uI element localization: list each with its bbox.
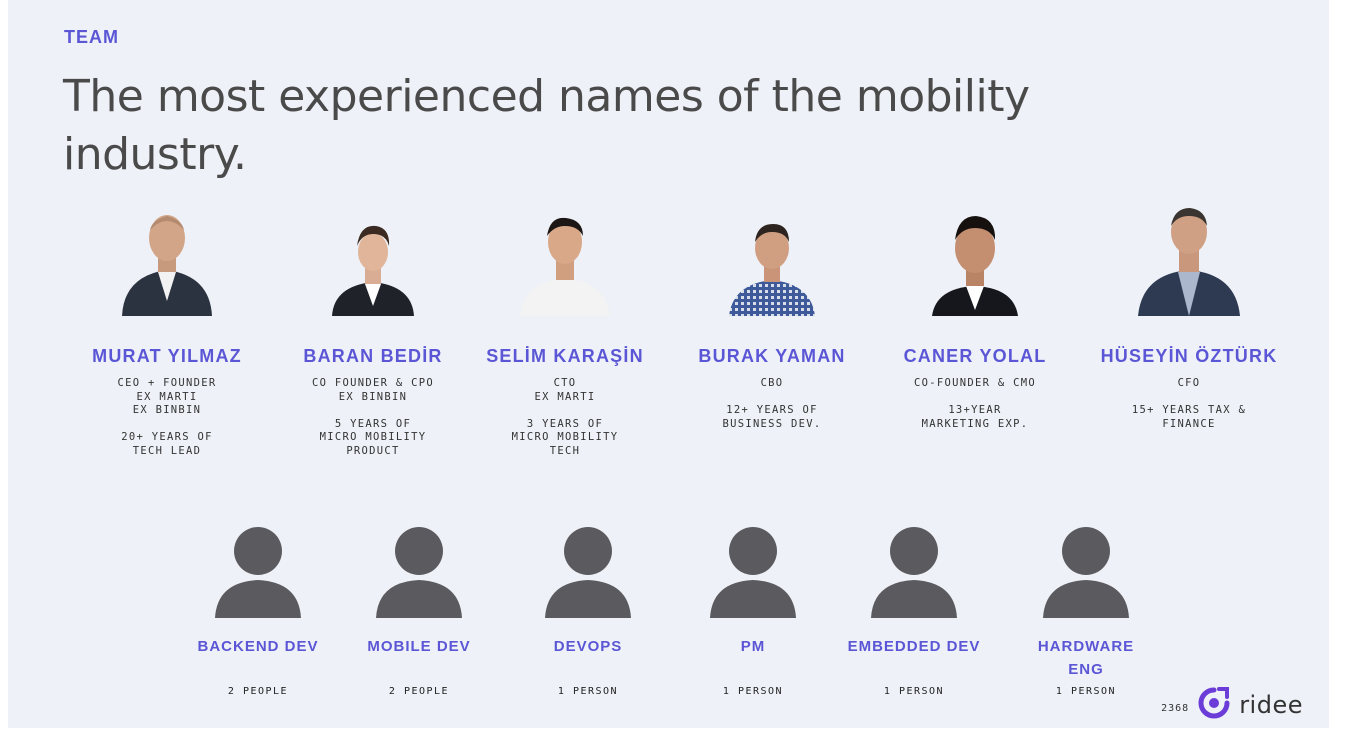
page-number: 2368 <box>1161 702 1190 714</box>
team-member-card: CANER YOLAL CO-FOUNDER & CMO 13+YEAR MAR… <box>875 206 1075 431</box>
member-description: CFO 15+ YEARS TAX & FINANCE <box>1131 377 1247 430</box>
role-title: PM <box>740 638 766 655</box>
team-member-card: HÜSEYİN ÖZTÜRK CFO 15+ YEARS TAX & FINAN… <box>1089 206 1289 431</box>
member-description: CO FOUNDER & CPO EX BINBIN 5 YEARS OF MI… <box>312 377 434 457</box>
team-role: MOBILE DEV 2 PEOPLE <box>339 524 499 697</box>
role-title: MOBILE DEV <box>367 638 471 655</box>
team-role: DEVOPS 1 PERSON <box>508 524 668 697</box>
role-count: 2 PEOPLE <box>388 686 450 697</box>
member-name: HÜSEYİN ÖZTÜRK <box>1100 346 1278 366</box>
headshot-photo <box>920 206 1030 316</box>
person-icon <box>213 524 303 624</box>
headshot-photo <box>717 206 827 316</box>
member-name: SELİM KARAŞİN <box>486 346 644 366</box>
team-role: HARDWARE ENG 1 PERSON <box>1006 524 1166 697</box>
role-title: EMBEDDED DEV <box>847 638 981 655</box>
person-icon <box>374 524 464 624</box>
team-role: BACKEND DEV 2 PEOPLE <box>178 524 338 697</box>
role-count: 1 PERSON <box>1055 686 1117 697</box>
page-title: The most experienced names of the mobili… <box>63 71 1030 180</box>
member-description: CTO EX MARTI 3 YEARS OF MICRO MOBILITY T… <box>511 377 619 457</box>
headshot-photo <box>112 206 222 316</box>
member-name: BARAN BEDİR <box>303 346 443 366</box>
person-icon <box>1041 524 1131 624</box>
member-name: BURAK YAMAN <box>698 346 846 366</box>
role-count: 1 PERSON <box>557 686 619 697</box>
slide: TEAM The most experienced names of the m… <box>8 0 1329 728</box>
member-description: CBO 12+ YEARS OF BUSINESS DEV. <box>722 377 822 430</box>
role-count: 1 PERSON <box>883 686 945 697</box>
headshot-photo <box>318 206 428 316</box>
footer: 2368 ridee <box>1161 686 1303 724</box>
member-name: MURAT YILMAZ <box>92 346 242 366</box>
headshot-photo <box>1134 206 1244 316</box>
role-count: 1 PERSON <box>722 686 784 697</box>
person-icon <box>708 524 798 624</box>
team-member-card: BARAN BEDİR CO FOUNDER & CPO EX BINBIN 5… <box>273 206 473 458</box>
headshot-photo <box>510 206 620 316</box>
team-member-card: SELİM KARAŞİN CTO EX MARTI 3 YEARS OF MI… <box>465 206 665 458</box>
role-title: BACKEND DEV <box>197 638 319 655</box>
role-title: HARDWARE ENG <box>1037 638 1135 678</box>
person-icon <box>543 524 633 624</box>
brand-name: ridee <box>1239 691 1303 719</box>
section-label: TEAM <box>64 27 119 47</box>
role-count: 2 PEOPLE <box>227 686 289 697</box>
team-role: PM 1 PERSON <box>673 524 833 697</box>
member-name: CANER YOLAL <box>903 346 1047 366</box>
team-member-card: MURAT YILMAZ CEO + FOUNDER EX MARTI EX B… <box>67 206 267 458</box>
role-title: DEVOPS <box>553 638 623 655</box>
team-member-card: BURAK YAMAN CBO 12+ YEARS OF BUSINESS DE… <box>672 206 872 431</box>
team-role: EMBEDDED DEV 1 PERSON <box>834 524 994 697</box>
member-description: CO-FOUNDER & CMO 13+YEAR MARKETING EXP. <box>914 377 1036 430</box>
ridee-logo-icon <box>1197 686 1231 724</box>
person-icon <box>869 524 959 624</box>
member-description: CEO + FOUNDER EX MARTI EX BINBIN 20+ YEA… <box>117 377 217 457</box>
